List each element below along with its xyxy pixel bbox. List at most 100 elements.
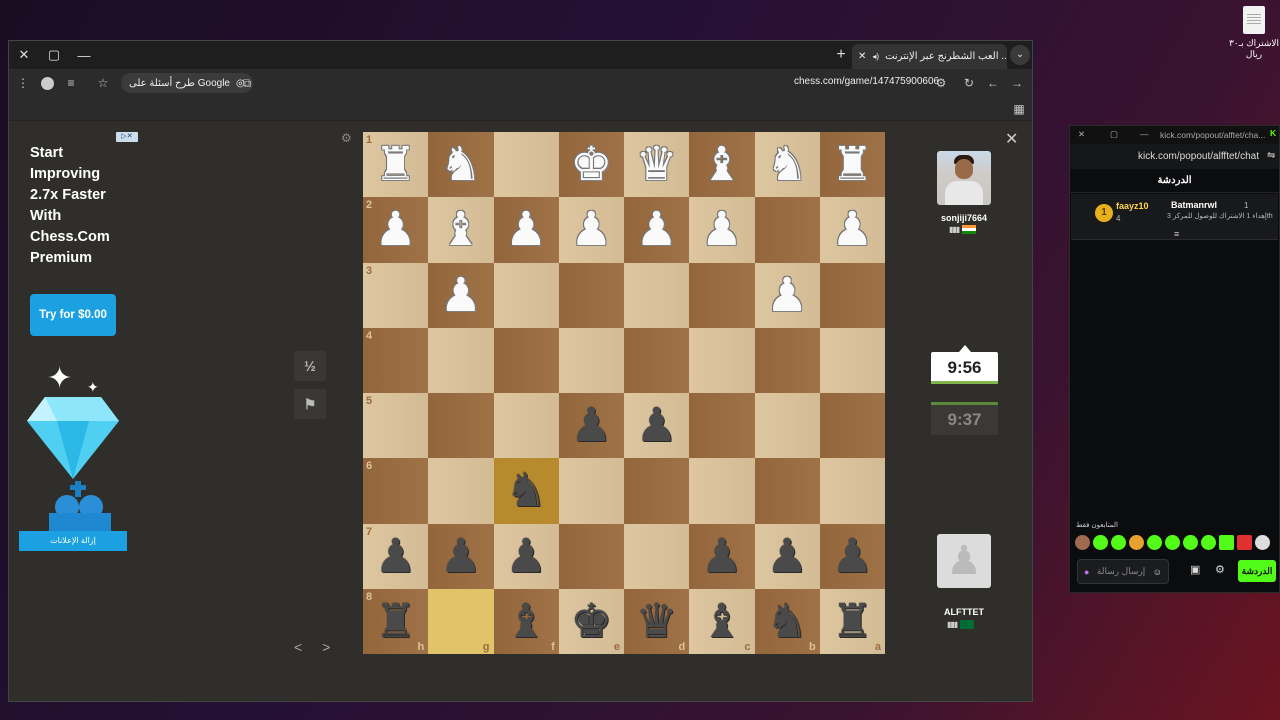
board-square[interactable] [493, 327, 559, 393]
board-square[interactable]: 6 [363, 458, 429, 524]
black-pawn-icon[interactable]: ♟ [701, 533, 743, 580]
white-bishop-icon[interactable]: ♝ [440, 206, 482, 253]
board-square[interactable] [689, 327, 755, 393]
maximize-window-button[interactable]: ▢ [39, 41, 69, 69]
board-square[interactable]: ♟ [624, 197, 690, 263]
board-square[interactable]: ♟ [558, 197, 624, 263]
emote-icon[interactable] [1255, 535, 1270, 550]
bookmark-star-icon[interactable]: ☆ [93, 73, 113, 93]
board-square[interactable]: e ♚ [558, 588, 624, 654]
board-square[interactable] [428, 393, 494, 459]
board-square[interactable]: ♟ [754, 262, 820, 328]
player-name[interactable]: ALFTTET [929, 607, 999, 617]
board-square[interactable]: d ♛ [624, 588, 690, 654]
new-tab-button[interactable]: + [831, 45, 851, 65]
board-square[interactable]: ♟ [624, 393, 690, 459]
board-square[interactable] [558, 327, 624, 393]
board-square[interactable] [819, 262, 885, 328]
board-square[interactable]: 2 ♟ [363, 197, 429, 263]
board-square[interactable] [624, 327, 690, 393]
offer-draw-button[interactable]: ½ [294, 351, 326, 381]
black-bishop-icon[interactable]: ♝ [701, 598, 743, 645]
chat-settings-icon[interactable]: ⚙ [1215, 563, 1225, 576]
black-pawn-icon[interactable]: ♟ [570, 402, 612, 449]
black-rook-icon[interactable]: ♜ [375, 598, 417, 645]
board-square[interactable] [819, 458, 885, 524]
board-square[interactable] [428, 458, 494, 524]
kick-minimize-button[interactable]: — [1140, 129, 1149, 139]
white-king-icon[interactable]: ♚ [570, 141, 612, 188]
board-square[interactable] [624, 523, 690, 589]
kick-settings-icon[interactable]: ⇋ [1267, 150, 1275, 161]
black-pawn-icon[interactable]: ♟ [505, 533, 547, 580]
emote-icon[interactable] [1219, 535, 1234, 550]
white-pawn-icon[interactable]: ♟ [505, 206, 547, 253]
emote-icon[interactable] [1201, 535, 1216, 550]
white-pawn-icon[interactable]: ♟ [570, 206, 612, 253]
board-square[interactable] [558, 458, 624, 524]
kick-close-button[interactable]: ✕ [1078, 129, 1085, 140]
board-square[interactable]: ♛ [624, 132, 690, 198]
profile-icon[interactable] [37, 73, 57, 93]
board-square[interactable]: f ♝ [493, 588, 559, 654]
close-tab-icon[interactable]: ✕ [858, 51, 866, 62]
opponent-name[interactable]: sonjiji7664 [929, 213, 999, 223]
white-rook-icon[interactable]: ♜ [831, 141, 873, 188]
board-square[interactable]: ♟ [819, 523, 885, 589]
remove-ads-button[interactable]: إزالة الإعلانات [19, 531, 127, 551]
install-icon[interactable]: ⧉ [237, 73, 257, 93]
board-square[interactable] [819, 393, 885, 459]
resign-button[interactable]: ⚑ [294, 389, 326, 419]
site-settings-icon[interactable]: ⚙ [931, 73, 951, 93]
tab-search-button[interactable]: ⌄ [1010, 45, 1030, 65]
board-square[interactable]: ♞ [754, 132, 820, 198]
emoji-icon[interactable]: ☺ [1153, 567, 1162, 577]
board-square[interactable] [754, 197, 820, 263]
white-knight-icon[interactable]: ♞ [766, 141, 808, 188]
black-queen-icon[interactable]: ♛ [636, 598, 678, 645]
move-navigation[interactable]: < > [294, 639, 338, 655]
black-pawn-icon[interactable]: ♟ [636, 402, 678, 449]
board-square[interactable]: 4 [363, 327, 429, 393]
send-chat-button[interactable]: الدردشة [1238, 560, 1276, 582]
kick-message-input[interactable]: ● إرسال رسالة ☺ [1077, 559, 1169, 584]
board-square[interactable] [493, 393, 559, 459]
white-rook-icon[interactable]: ♜ [375, 141, 417, 188]
ad-choices-icon[interactable]: ▷✕ [116, 132, 138, 142]
emote-icon[interactable] [1129, 535, 1144, 550]
board-square[interactable]: a ♜ [819, 588, 885, 654]
emote-icon[interactable] [1237, 535, 1252, 550]
board-square[interactable]: ♟ [493, 197, 559, 263]
black-rook-icon[interactable]: ♜ [831, 598, 873, 645]
board-square[interactable]: ♟ [689, 523, 755, 589]
board-square[interactable] [689, 458, 755, 524]
gifter-name-2[interactable]: Batmanrwl [1171, 200, 1217, 210]
board-square[interactable] [689, 393, 755, 459]
board-square[interactable]: ♟ [819, 197, 885, 263]
board-square[interactable] [558, 523, 624, 589]
board-settings-gear-icon[interactable]: ⚙ [341, 131, 352, 145]
board-square[interactable] [754, 393, 820, 459]
chess-board[interactable]: 1 ♜ ♞ ♚ ♛ ♝ ♞ ♜ 2 ♟ ♝ ♟ ♟ ♟ ♟ ♟ 3 ♟ ♟ 4 5 ♟ ♟ 6 ♞ 7 ♟ ♟ ♟ ♟ ♟ ♟ 8 h ♜ g f ♝ e ♚… [363, 132, 885, 654]
mic-icon[interactable]: ● [1084, 567, 1089, 577]
board-square[interactable] [689, 262, 755, 328]
board-square[interactable]: ♜ [819, 132, 885, 198]
desktop-file-icon[interactable]: الاشتراك بـ٣٠ ريال [1228, 6, 1280, 60]
board-square[interactable]: ♟ [428, 262, 494, 328]
close-window-button[interactable]: ✕ [9, 41, 39, 69]
board-square[interactable] [428, 327, 494, 393]
kick-gifter-card[interactable]: 1 faayz10 4 Batmanrwl 1 إهداء 1 الاشتراك… [1071, 194, 1278, 240]
white-queen-icon[interactable]: ♛ [636, 141, 678, 188]
board-square[interactable]: 8 h ♜ [363, 588, 429, 654]
board-square[interactable]: b ♞ [754, 588, 820, 654]
board-square[interactable]: c ♝ [689, 588, 755, 654]
board-square[interactable]: 5 [363, 393, 429, 459]
white-knight-icon[interactable]: ♞ [440, 141, 482, 188]
kick-maximize-button[interactable]: ▢ [1110, 129, 1118, 140]
emote-icon[interactable] [1111, 535, 1126, 550]
board-square[interactable] [493, 132, 559, 198]
black-pawn-icon[interactable]: ♟ [440, 533, 482, 580]
board-square[interactable]: 1 ♜ [363, 132, 429, 198]
board-square[interactable] [819, 327, 885, 393]
emote-icon[interactable] [1093, 535, 1108, 550]
